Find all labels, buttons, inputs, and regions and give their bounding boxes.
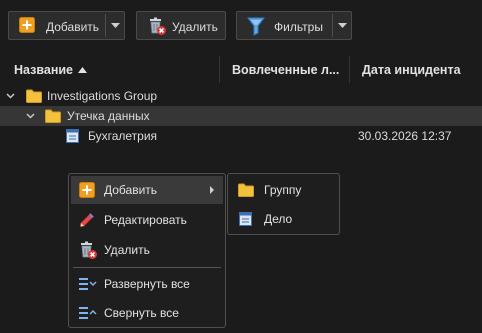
plus-icon	[19, 17, 35, 33]
chevron-down-icon[interactable]	[6, 93, 15, 99]
delete-button-label: Удалить	[172, 20, 218, 34]
tree-row[interactable]: Investigations Group	[0, 86, 482, 106]
tree-row-label: Бухгалетрия	[88, 129, 158, 143]
menu-item-label: Дело	[264, 212, 293, 226]
tree-row[interactable]: Утечка данных	[0, 106, 482, 126]
menu-item-label: Развернуть все	[104, 277, 190, 291]
menu-separator	[73, 267, 221, 268]
column-header-involved[interactable]: Вовлеченные л...	[232, 63, 340, 77]
menu-item-label: Свернуть все	[104, 306, 179, 320]
menu-item-collapse-all[interactable]: Свернуть все	[71, 299, 223, 327]
menu-item-label: Редактировать	[104, 213, 187, 227]
trash-icon	[78, 240, 98, 260]
tree-row-label: Investigations Group	[47, 89, 158, 103]
tree-row-label: Утечка данных	[67, 109, 150, 123]
submenu-item-case[interactable]: Дело	[230, 205, 337, 233]
folder-icon	[238, 183, 254, 197]
case-file-icon	[239, 212, 252, 226]
menu-item-label: Удалить	[104, 243, 150, 257]
menu-item-expand-all[interactable]: Развернуть все	[71, 270, 223, 298]
folder-icon	[26, 89, 42, 103]
folder-icon	[45, 109, 61, 123]
plus-icon	[79, 182, 95, 198]
case-file-icon	[66, 129, 79, 143]
filters-button[interactable]: Фильтры	[236, 11, 352, 40]
column-header-incident-date[interactable]: Дата инцидента	[362, 63, 461, 77]
chevron-down-icon[interactable]	[111, 23, 120, 29]
chevron-down-icon[interactable]	[26, 113, 35, 119]
pencil-icon	[79, 212, 95, 228]
context-menu: Добавить Редактировать Удалить Развернут…	[68, 173, 226, 328]
add-submenu: Группу Дело	[227, 173, 340, 235]
menu-item-add[interactable]: Добавить	[71, 176, 223, 204]
sort-ascending-icon[interactable]	[78, 67, 87, 73]
collapse-all-icon	[79, 306, 97, 320]
delete-button[interactable]: Удалить	[136, 11, 226, 40]
trash-icon	[147, 16, 167, 36]
add-button[interactable]: Добавить	[8, 11, 125, 40]
menu-item-edit[interactable]: Редактировать	[71, 206, 223, 234]
filters-button-label: Фильтры	[274, 20, 323, 34]
tree-row[interactable]: Бухгалетрия 30.03.2026 12:37	[0, 126, 482, 146]
filter-icon	[247, 16, 265, 36]
submenu-item-group[interactable]: Группу	[230, 176, 337, 204]
column-header-name[interactable]: Название	[14, 63, 73, 77]
menu-item-label: Добавить	[104, 183, 158, 197]
menu-item-delete[interactable]: Удалить	[71, 236, 223, 264]
submenu-arrow-icon	[210, 186, 214, 194]
add-button-label: Добавить	[46, 20, 100, 34]
expand-all-icon	[79, 277, 97, 291]
tree-row-date: 30.03.2026 12:37	[358, 129, 452, 143]
menu-item-label: Группу	[264, 183, 302, 197]
chevron-down-icon[interactable]	[338, 23, 347, 29]
